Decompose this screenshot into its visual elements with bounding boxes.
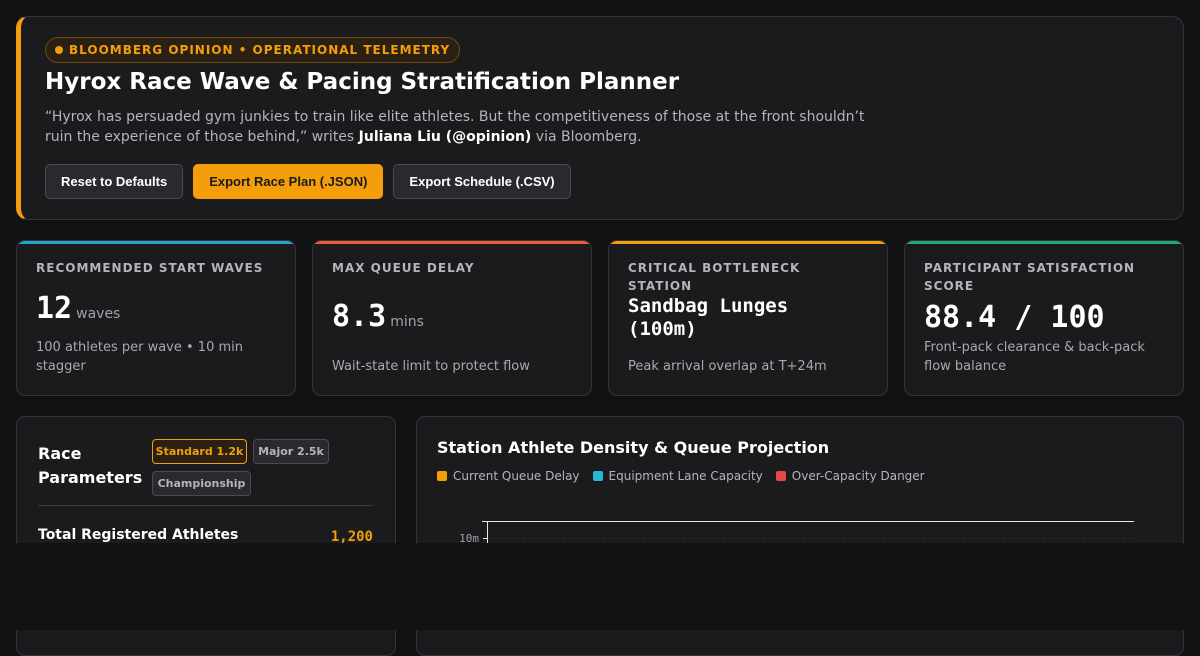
source-badge-label: BLOOMBERG OPINION • OPERATIONAL TELEMETR… [69,43,451,57]
metric-value: Sandbag Lunges (100m) [628,295,789,340]
metric-accent-bar [609,241,887,244]
source-badge: BLOOMBERG OPINION • OPERATIONAL TELEMETR… [45,37,461,63]
metric-value-row: 8.3 mins [332,299,424,334]
viewport-fold [0,543,1200,630]
metric-label: CRITICAL BOTTLENECK STATION [628,261,801,293]
quote-author: Juliana Liu (@opinion) [358,129,532,145]
reset-defaults-button[interactable]: Reset to Defaults [45,164,184,199]
legend-item-queue-delay[interactable]: Current Queue Delay [437,469,580,483]
metric-label: PARTICIPANT SATISFACTION SCORE [924,261,1136,293]
page-title: Hyrox Race Wave & Pacing Stratification … [45,69,680,95]
divider [38,505,373,506]
legend-label: Current Queue Delay [453,469,580,483]
metric-unit: mins [390,314,424,330]
metric-card-satisfaction: PARTICIPANT SATISFACTION SCORE 88.4 / 10… [904,240,1184,396]
preset-major-button[interactable]: Major 2.5k [253,439,329,464]
legend-label: Over-Capacity Danger [791,469,925,483]
metric-card-bottleneck: CRITICAL BOTTLENECK STATION Sandbag Lung… [608,240,888,396]
panel-title: Race Parameters [38,444,143,487]
intro-quote: “Hyrox has persuaded gym junkies to trai… [45,107,865,147]
metric-subtext: Peak arrival overlap at T+24m [628,359,827,374]
status-dot-icon [55,46,63,54]
legend-item-over-capacity[interactable]: Over-Capacity Danger [775,469,925,483]
metric-card-queue-delay: MAX QUEUE DELAY 8.3 mins Wait-state limit… [312,240,592,396]
metric-card-start-waves: RECOMMENDED START WAVES 12 waves 100 athl… [16,240,296,396]
preset-standard-button[interactable]: Standard 1.2k [152,439,247,464]
quote-suffix: via Bloomberg. [531,129,642,145]
metric-unit: waves [76,306,121,322]
chart-legend: Current Queue Delay Equipment Lane Capac… [437,469,925,483]
export-csv-button[interactable]: Export Schedule (.CSV) [393,164,571,199]
metric-label: RECOMMENDED START WAVES [36,261,264,275]
hero-panel: BLOOMBERG OPINION • OPERATIONAL TELEMETR… [16,16,1184,220]
legend-swatch [437,471,447,481]
param-label-total-athletes: Total Registered Athletes [38,527,239,543]
metric-subtext: 100 athletes per wave • 10 min stagger [36,340,243,374]
preset-championship-button[interactable]: Championship [152,471,251,496]
legend-item-lane-capacity[interactable]: Equipment Lane Capacity [592,469,763,483]
legend-swatch [775,471,786,481]
metric-value: 8.3 [332,299,387,334]
metric-value-row: 12 waves [36,291,120,326]
legend-label: Equipment Lane Capacity [608,469,763,483]
metric-accent-bar [17,241,295,244]
export-json-button[interactable]: Export Race Plan (.JSON) [193,164,384,199]
action-bar: Reset to Defaults Export Race Plan (.JSO… [45,164,571,199]
metric-subtext: Front-pack clearance & back-pack flow ba… [924,340,1145,374]
metric-value: 88.4 / 100 [924,300,1105,335]
legend-swatch [592,471,603,481]
metric-accent-bar [313,241,591,244]
chart-title: Station Athlete Density & Queue Projecti… [437,438,830,457]
metric-subtext: Wait-state limit to protect flow [332,359,530,374]
metric-accent-bar [905,241,1183,244]
metric-label: MAX QUEUE DELAY [332,261,475,275]
metric-value: 12 [36,291,73,326]
